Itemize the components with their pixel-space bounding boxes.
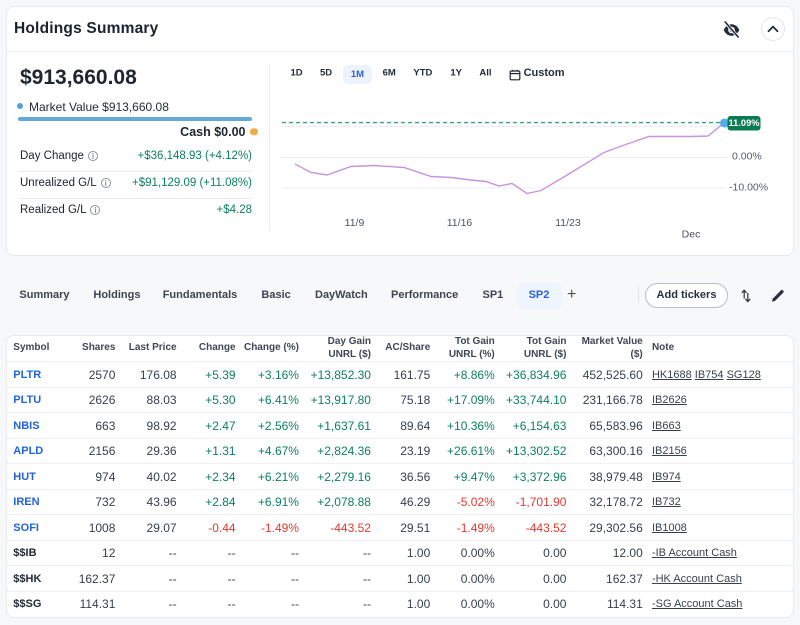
svg-text:11/9: 11/9 [345, 217, 365, 229]
svg-text:11.09%: 11.09% [728, 118, 760, 128]
svg-text:-10.00%: -10.00% [729, 182, 768, 194]
svg-text:11/23: 11/23 [555, 217, 581, 229]
svg-text:11/16: 11/16 [447, 217, 473, 229]
svg-text:0.00%: 0.00% [732, 151, 762, 163]
svg-text:Dec: Dec [682, 229, 701, 241]
